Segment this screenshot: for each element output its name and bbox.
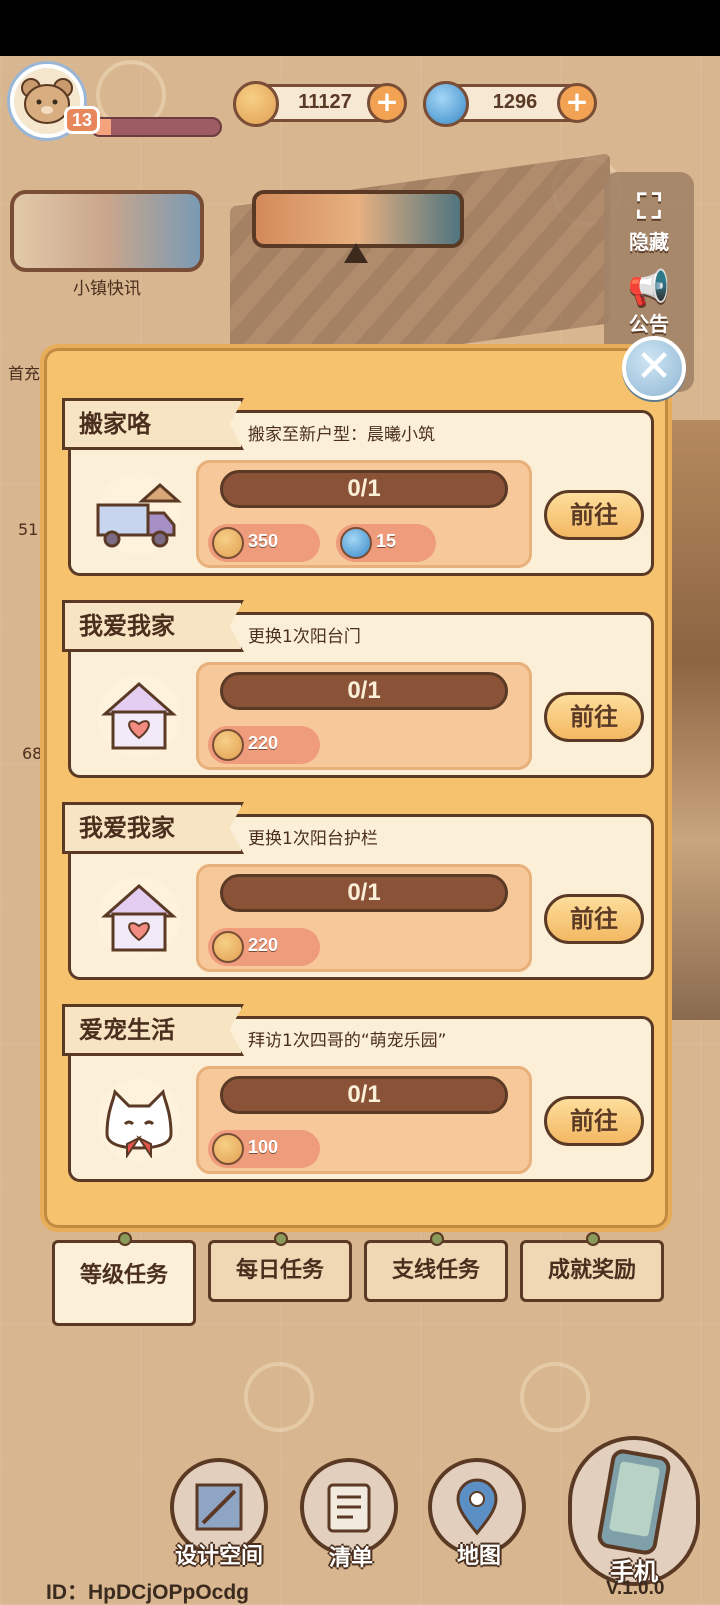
heart-house-icon (84, 868, 194, 968)
megaphone-icon: 📢 (627, 268, 671, 308)
notice-button[interactable]: 📢 公告 (606, 268, 692, 337)
progress-text: 0/1 (347, 1081, 381, 1108)
go-button[interactable]: 前往 (544, 692, 644, 742)
tab-daily-tasks[interactable]: 每日任务 (208, 1240, 352, 1302)
sun-decoration (520, 1362, 590, 1432)
reward-value: 220 (248, 935, 279, 955)
caret-up-icon[interactable] (344, 243, 368, 263)
tab-side-tasks[interactable]: 支线任务 (364, 1240, 508, 1302)
reward-value: 15 (376, 531, 397, 551)
expand-frame-icon: ⛶ (637, 187, 661, 227)
gem-counter: 1296 + (423, 81, 597, 127)
coin-reward: 100 (208, 1130, 320, 1168)
reward-value: 350 (248, 531, 279, 551)
reward-value: 220 (248, 733, 279, 753)
weather-widget[interactable] (252, 190, 464, 248)
hide-ui-label: 隐藏 (629, 230, 669, 254)
heart-house-icon (84, 666, 194, 766)
progress-text: 0/1 (347, 879, 381, 906)
hide-ui-button[interactable]: ⛶ 隐藏 (606, 188, 692, 255)
progress-bar: 0/1 (220, 1076, 508, 1114)
coin-icon (212, 527, 244, 559)
phone-icon (597, 1449, 671, 1555)
map-pin-icon (456, 1478, 498, 1536)
sun-decoration (244, 1362, 314, 1432)
task-description: 更换1次阳台护栏 (248, 829, 378, 849)
cat-bowtie-icon (84, 1070, 194, 1170)
tab-achievements[interactable]: 成就奖励 (520, 1240, 664, 1302)
gem-value: 1296 (492, 91, 538, 113)
task-description: 更换1次阳台门 (248, 627, 361, 647)
status-bar (0, 0, 720, 56)
pin-icon (118, 1232, 132, 1246)
close-icon: ✕ (635, 341, 673, 392)
progress-text: 0/1 (347, 475, 381, 502)
xp-bar (90, 117, 222, 137)
notice-label: 公告 (629, 312, 669, 336)
task-title: 爱宠生活 (62, 1004, 244, 1056)
pin-icon (430, 1232, 444, 1246)
task-title: 我爱我家 (62, 802, 244, 854)
swirl-gem-icon (423, 81, 469, 127)
coin-reward: 220 (208, 928, 320, 966)
task-title: 搬家咯 (62, 398, 244, 450)
coin-reward: 350 (208, 524, 320, 562)
level-badge: 13 (64, 106, 100, 134)
add-coins-button[interactable]: + (367, 83, 407, 123)
news-label: 小镇快讯 (73, 279, 141, 299)
side-item-label[interactable]: 51 (18, 520, 38, 539)
news-thumbnail[interactable] (10, 190, 204, 272)
coin-reward: 220 (208, 726, 320, 764)
moving-truck-icon (84, 464, 194, 564)
task-description: 拜访1次四哥的“萌宠乐园” (248, 1031, 447, 1051)
task-description: 搬家至新户型：晨曦小筑 (248, 425, 435, 445)
design-space-label: 设计空间 (174, 1544, 263, 1569)
go-button[interactable]: 前往 (544, 894, 644, 944)
coin-icon (212, 729, 244, 761)
coin-counter: 11127 + (233, 81, 407, 127)
progress-bar: 0/1 (220, 672, 508, 710)
progress-bar: 0/1 (220, 470, 508, 508)
add-gems-button[interactable]: + (557, 83, 597, 123)
coin-icon (212, 931, 244, 963)
swirl-gem-icon (340, 527, 372, 559)
progress-bar: 0/1 (220, 874, 508, 912)
task-title: 我爱我家 (62, 600, 244, 652)
coin-icon (212, 1133, 244, 1165)
checklist-icon (327, 1483, 371, 1533)
drafting-icon (195, 1483, 243, 1531)
version-label: V.1.0.0 (606, 1578, 665, 1599)
first-charge-label[interactable]: 首充 (8, 360, 40, 384)
gem-reward: 15 (336, 524, 436, 562)
go-button[interactable]: 前往 (544, 490, 644, 540)
checklist-label: 清单 (328, 1546, 373, 1571)
player-id: ID：HpDCjOPpOcdg (46, 1581, 249, 1604)
close-button[interactable]: ✕ (622, 336, 686, 400)
pin-icon (274, 1232, 288, 1246)
coin-value: 11127 (298, 91, 352, 113)
reward-value: 100 (248, 1137, 279, 1157)
go-button[interactable]: 前往 (544, 1096, 644, 1146)
coin-icon (233, 81, 279, 127)
map-label: 地图 (456, 1544, 501, 1569)
pin-icon (586, 1232, 600, 1246)
tab-level-tasks[interactable]: 等级任务 (52, 1240, 196, 1326)
progress-text: 0/1 (347, 677, 381, 704)
